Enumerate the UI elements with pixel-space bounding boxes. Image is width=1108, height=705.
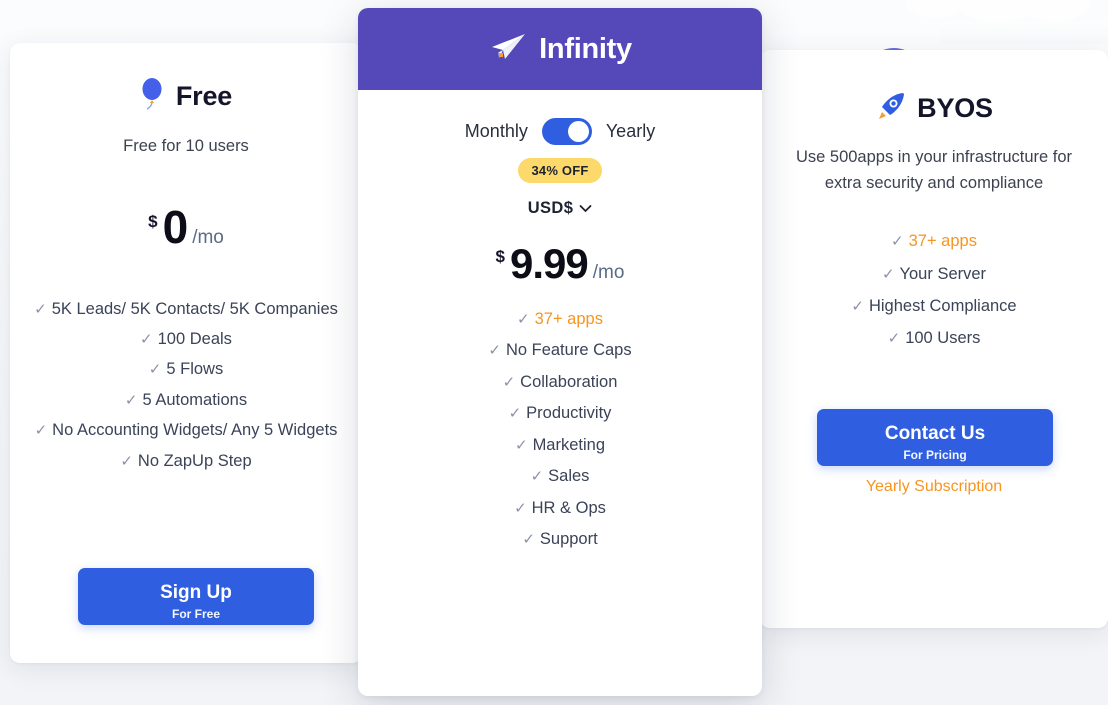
feature-item: ✓ Highest Compliance [760, 295, 1108, 318]
feature-item: ✓ No Accounting Widgets/ Any 5 Widgets [10, 419, 362, 442]
feature-list-byos: ✓ 37+ apps ✓ Your Server ✓ Highest Compliance… [760, 230, 1108, 351]
feature-item-label: 5 Flows [166, 360, 224, 379]
yearly-subscription-note[interactable]: Yearly Subscription [760, 478, 1108, 496]
feature-item: ✓ Productivity [358, 402, 762, 425]
currency-selector-value: USD$ [527, 199, 574, 217]
feature-item: ✓ 5 Automations [10, 389, 362, 412]
check-icon: ✓ [514, 436, 528, 454]
plan-card-infinity: Infinity Monthly Yearly 34% OFF USD$ $ 9… [358, 8, 762, 696]
check-icon: ✓ [34, 300, 47, 318]
feature-item-label: No Feature Caps [505, 341, 632, 360]
contact-us-button-subtitle: For Pricing [903, 447, 967, 462]
plan-subtitle-free: Free for 10 users [123, 137, 249, 155]
price-currency-symbol: $ [148, 211, 158, 231]
feature-item-label: Support [539, 529, 598, 548]
plan-header-infinity: Infinity [358, 8, 762, 90]
check-icon: ✓ [522, 530, 535, 548]
plan-card-byos: BYOS Use 500apps in your infrastructure … [760, 50, 1108, 628]
background-decoration-2 [1020, 0, 1090, 22]
feature-item: ✓ 5 Flows [10, 358, 362, 381]
signup-free-button[interactable]: Sign Up For Free [78, 568, 314, 625]
check-icon: ✓ [881, 265, 895, 283]
billing-period-toggle-row: Monthly Yearly [358, 118, 762, 145]
discount-badge: 34% OFF [518, 158, 602, 183]
feature-item: ✓ 37+ apps [358, 308, 762, 331]
price-free: $ 0 /mo [10, 200, 362, 254]
pricing-page: Free Free for 10 users $ 0 /mo ✓ 5K Leads… [0, 0, 1108, 705]
feature-item-label: No Accounting Widgets/ Any 5 Widgets [52, 421, 338, 440]
balloon-icon [140, 77, 166, 116]
check-icon: ✓ [851, 297, 864, 315]
check-icon: ✓ [502, 373, 516, 391]
feature-item-label: Marketing [532, 435, 606, 454]
feature-item-label: Highest Compliance [868, 296, 1017, 315]
price-period: /mo [592, 262, 625, 283]
feature-item-label: Sales [548, 467, 590, 486]
price-infinity: $ 9.99 /mo [358, 240, 762, 288]
feature-item: ✓ 37+ apps [760, 230, 1108, 253]
feature-item: ✓ HR & Ops [358, 497, 762, 520]
background-decoration-3 [905, 0, 965, 18]
rocket-icon [875, 90, 907, 127]
feature-item-label: HR & Ops [531, 498, 606, 517]
feature-item-label: 100 Users [905, 329, 981, 348]
plan-card-free: Free Free for 10 users $ 0 /mo ✓ 5K Leads… [10, 43, 362, 663]
contact-us-button[interactable]: Contact Us For Pricing [817, 409, 1053, 466]
feature-item-label: 100 Deals [157, 329, 232, 348]
plan-header-byos: BYOS [760, 90, 1108, 127]
chevron-down-icon [579, 200, 592, 218]
feature-item: ✓ Collaboration [358, 371, 762, 394]
check-icon: ✓ [508, 405, 522, 423]
check-icon: ✓ [120, 452, 133, 470]
feature-item-label: 5 Automations [142, 390, 248, 409]
check-icon: ✓ [514, 499, 527, 517]
feature-item: ✓ No ZapUp Step [10, 450, 362, 473]
feature-item: ✓ Sales [358, 465, 762, 488]
feature-item: ✓ 5K Leads/ 5K Contacts/ 5K Companies [10, 298, 362, 321]
feature-item-label: Productivity [526, 404, 612, 423]
signup-free-button-title: Sign Up [160, 582, 232, 604]
check-icon: ✓ [140, 330, 153, 348]
check-icon: ✓ [34, 422, 48, 440]
billing-period-switch[interactable] [541, 118, 592, 145]
plan-name-free: Free [175, 81, 233, 111]
billing-monthly-label[interactable]: Monthly [465, 121, 528, 142]
feature-item: ✓ 100 Deals [10, 328, 362, 351]
check-icon: ✓ [148, 361, 162, 379]
feature-item-label: 37+ apps [908, 232, 977, 251]
check-icon: ✓ [530, 468, 544, 486]
plan-subtitle-byos: Use 500apps in your infrastructure for e… [795, 148, 1073, 192]
price-amount: 9.99 [510, 240, 589, 287]
plan-brand-infinity: Infinity [539, 32, 632, 65]
check-icon: ✓ [517, 311, 530, 328]
feature-item: ✓ Marketing [358, 434, 762, 457]
price-period: /mo [192, 226, 224, 248]
check-icon: ✓ [488, 342, 501, 360]
price-currency-symbol: $ [495, 247, 506, 266]
billing-period-switch-knob [567, 121, 589, 142]
feature-item-label: Collaboration [520, 372, 618, 391]
feature-item-label: 37+ apps [534, 310, 603, 328]
feature-item: ✓ No Feature Caps [358, 339, 762, 362]
price-amount: 0 [162, 200, 189, 253]
feature-item: ✓ Support [358, 528, 762, 551]
check-icon: ✓ [124, 391, 138, 409]
plan-name-byos: BYOS [917, 93, 993, 123]
feature-list-free: ✓ 5K Leads/ 5K Contacts/ 5K Companies ✓ 100… [10, 298, 362, 474]
check-icon: ✓ [891, 233, 904, 251]
signup-free-button-subtitle: For Free [171, 606, 220, 621]
feature-item-label: No ZapUp Step [137, 451, 252, 470]
check-icon: ✓ [887, 330, 901, 348]
plan-header-free: Free [10, 77, 362, 116]
feature-item: ✓ 100 Users [760, 327, 1108, 350]
feature-item: ✓ Your Server [760, 263, 1108, 286]
billing-yearly-label[interactable]: Yearly [606, 121, 655, 142]
currency-selector[interactable]: USD$ [358, 199, 762, 218]
feature-list-infinity: ✓ 37+ apps ✓ No Feature Caps ✓ Collaboration ✓… [358, 308, 762, 551]
paper-plane-icon [488, 31, 528, 68]
contact-us-button-title: Contact Us [884, 423, 986, 445]
feature-item-label: 5K Leads/ 5K Contacts/ 5K Companies [51, 299, 338, 318]
feature-item-label: Your Server [899, 264, 987, 283]
background-decoration-bar [940, 22, 1108, 44]
